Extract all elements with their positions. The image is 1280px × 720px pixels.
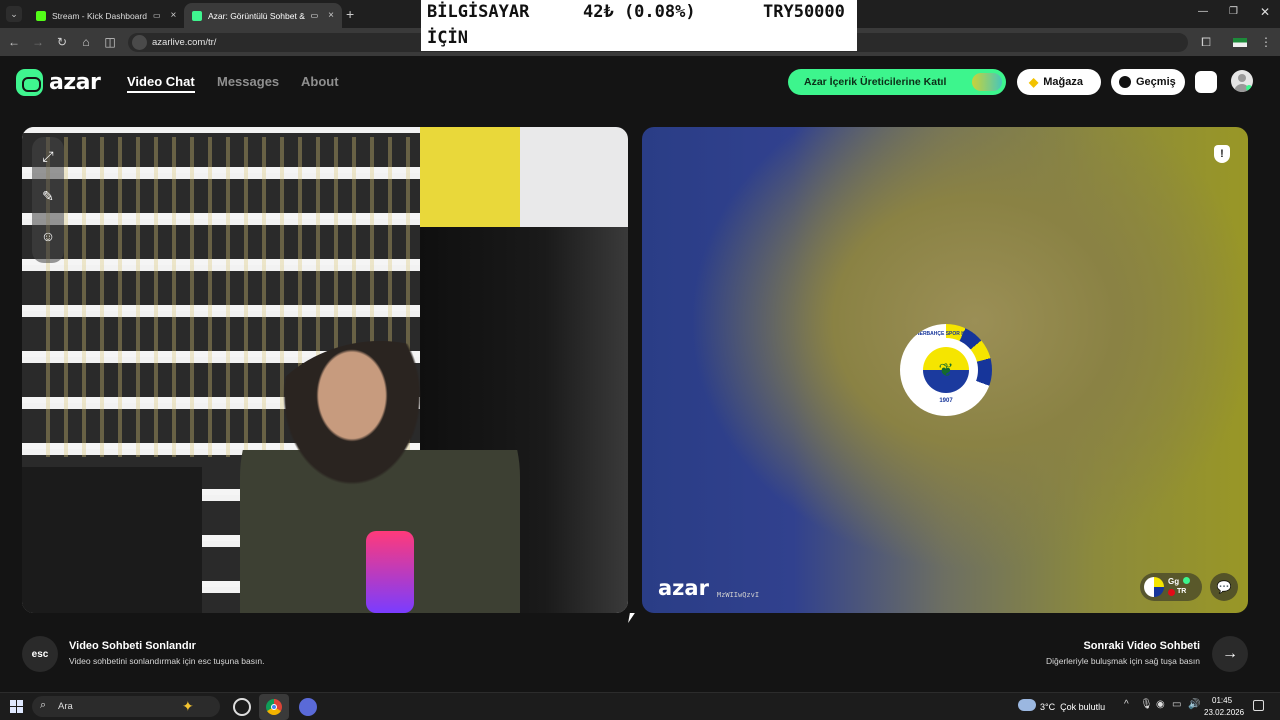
- weather-cloud-icon: [1018, 699, 1036, 711]
- my-camera-view: ⤢ ✎ ☺: [22, 127, 628, 613]
- creators-badge-icon: [972, 73, 1002, 91]
- join-creators-button[interactable]: Azar İçerik Üreticilerine Katıl: [788, 69, 1006, 95]
- taskbar-search-placeholder: Ara: [58, 701, 73, 712]
- microphone-icon[interactable]: 🎙: [1140, 699, 1153, 710]
- tab-media-icon: ▭: [152, 11, 161, 20]
- taskbar-app-obs-icon[interactable]: [299, 698, 317, 716]
- windows-start-icon[interactable]: [10, 700, 23, 713]
- site-info-icon[interactable]: [132, 35, 147, 50]
- tab-media-icon: ▭: [310, 11, 319, 20]
- taskbar-app-chrome-icon[interactable]: [259, 694, 289, 720]
- join-creators-label: Azar İçerik Üreticilerine Katıl: [804, 76, 947, 88]
- partner-camera-view: ! FENERBAHÇE SPOR KULÜBÜ ❦ 1907 azar MzW…: [642, 127, 1248, 613]
- reload-icon[interactable]: ↻: [54, 34, 70, 50]
- end-chat-button[interactable]: esc: [22, 636, 58, 672]
- partner-country: TR: [1177, 588, 1187, 595]
- azar-logo-icon: [16, 69, 43, 96]
- tab-list-button[interactable]: ⌄: [6, 6, 22, 22]
- taskbar-app-recorder-icon[interactable]: [233, 698, 251, 716]
- volume-icon[interactable]: 🔊: [1188, 699, 1200, 710]
- azar-favicon-icon: [192, 10, 202, 21]
- nav-video-chat[interactable]: Video Chat: [127, 74, 195, 93]
- verified-badge-icon: [1183, 577, 1190, 584]
- nav-about[interactable]: About: [301, 74, 339, 89]
- partner-watermark: azar MzWIIwQzvI: [658, 577, 759, 599]
- clock-date[interactable]: 23.02.2026: [1204, 708, 1244, 717]
- profile-flag-icon[interactable]: [1232, 34, 1248, 50]
- counter-image: [22, 467, 202, 613]
- inbox-icon[interactable]: [1195, 71, 1217, 93]
- tab-azar[interactable]: Azar: Görüntülü Sohbet & Y ▭ ×: [184, 3, 342, 28]
- next-chat-button[interactable]: →: [1212, 636, 1248, 672]
- tab-title: Stream - Kick Dashboard: [52, 10, 147, 21]
- nav-messages[interactable]: Messages: [217, 74, 279, 89]
- azar-logo[interactable]: azar: [16, 69, 101, 96]
- end-chat-hint: Video sohbetini sonlandırmak için esc tu…: [69, 656, 265, 666]
- chat-bubble-icon[interactable]: 💬: [1210, 573, 1238, 601]
- emblem-year: 1907: [939, 398, 953, 404]
- azar-wordmark: azar: [49, 70, 101, 95]
- next-chat-hint: Diğerleriyle buluşmak için sağ tuşa bası…: [1045, 656, 1200, 666]
- split-view-icon[interactable]: ◫: [102, 34, 118, 50]
- url-text: azarlive.com/tr/: [152, 37, 217, 48]
- partner-info-chip[interactable]: Gg TR: [1140, 573, 1202, 601]
- browser-menu-icon[interactable]: ⋮: [1258, 34, 1274, 50]
- search-highlight-icon: ✦: [182, 698, 194, 714]
- tab-close-icon[interactable]: ×: [171, 10, 177, 21]
- end-chat-title: Video Sohbeti Sonlandır: [69, 640, 196, 652]
- diamond-icon: ◆: [1029, 75, 1039, 89]
- forward-icon[interactable]: →: [30, 34, 46, 50]
- clock-icon: [1119, 76, 1131, 88]
- tray-overflow-icon[interactable]: ^: [1124, 699, 1129, 710]
- tab-kick-dashboard[interactable]: Stream - Kick Dashboard ▭ ×: [28, 3, 180, 28]
- azar-page: azar Video Chat Messages About Azar İçer…: [0, 56, 1280, 692]
- ticker-line1-right: TRY50000: [763, 2, 845, 22]
- tab-close-icon[interactable]: ×: [328, 10, 334, 21]
- turkey-flag-icon: [1168, 589, 1175, 596]
- back-icon[interactable]: ←: [6, 34, 22, 50]
- camera-side-toolbar: ⤢ ✎ ☺: [32, 137, 64, 263]
- emblem-leaf-icon: ❦: [923, 347, 969, 393]
- report-shield-icon[interactable]: !: [1214, 145, 1230, 163]
- search-icon: ⌕: [40, 699, 47, 711]
- magic-effects-icon[interactable]: ✎: [35, 183, 61, 209]
- home-icon[interactable]: ⌂: [78, 34, 94, 50]
- tab-title: Azar: Görüntülü Sohbet & Y: [208, 10, 305, 21]
- kick-favicon-icon: [36, 10, 46, 21]
- store-label: Mağaza: [1043, 76, 1083, 88]
- expand-icon[interactable]: ⤢: [35, 143, 61, 169]
- weather-text[interactable]: 3°C Çok bulutlu: [1040, 702, 1105, 712]
- arrow-right-icon: →: [1222, 645, 1238, 662]
- partner-avatar: [1144, 577, 1164, 597]
- extensions-icon[interactable]: ⧠: [1198, 34, 1214, 50]
- emblem-ring-text: FENERBAHÇE SPOR KULÜBÜ: [909, 331, 983, 337]
- taskbar-search-box[interactable]: ⌕ Ara ✦: [32, 696, 220, 717]
- ticker-line2-left: İÇİN: [427, 28, 468, 48]
- watermark-logo: azar: [658, 576, 709, 600]
- restore-window-icon[interactable]: ❐: [1229, 6, 1238, 17]
- store-button[interactable]: ◆ Mağaza: [1017, 69, 1101, 95]
- new-tab-button[interactable]: +: [346, 6, 354, 22]
- watermark-id: MzWIIwQzvI: [716, 591, 760, 599]
- face-filter-icon[interactable]: ☺: [35, 223, 61, 249]
- minimize-window-icon[interactable]: —: [1198, 6, 1208, 17]
- user-avatar-icon[interactable]: [1231, 70, 1253, 92]
- ticker-line1-left: BİLGİSAYAR: [427, 2, 530, 22]
- camera-tray-icon[interactable]: ◉: [1156, 699, 1165, 710]
- ticker-line1-mid: 42₺ (0.08%): [583, 2, 696, 22]
- network-icon[interactable]: ▭: [1172, 699, 1181, 710]
- rgb-speaker-image: [366, 531, 414, 613]
- notifications-icon[interactable]: [1253, 700, 1264, 711]
- history-button[interactable]: Geçmiş: [1111, 69, 1185, 95]
- partner-name: Gg: [1168, 577, 1180, 586]
- history-label: Geçmiş: [1136, 76, 1176, 88]
- stream-ticker-overlay: BİLGİSAYAR 42₺ (0.08%) TRY50000 İÇİN: [421, 0, 857, 51]
- close-window-icon[interactable]: ✕: [1260, 5, 1270, 19]
- windows-taskbar: ⌕ Ara ✦ 3°C Çok bulutlu ^ 🎙 ◉ ▭ 🔊 01:45 …: [0, 692, 1280, 720]
- partner-profile-emblem: FENERBAHÇE SPOR KULÜBÜ ❦ 1907: [900, 324, 992, 416]
- online-dot-icon: [1246, 85, 1252, 91]
- clock-time[interactable]: 01:45: [1212, 696, 1232, 705]
- next-chat-title: Sonraki Video Sohbeti: [1083, 640, 1200, 652]
